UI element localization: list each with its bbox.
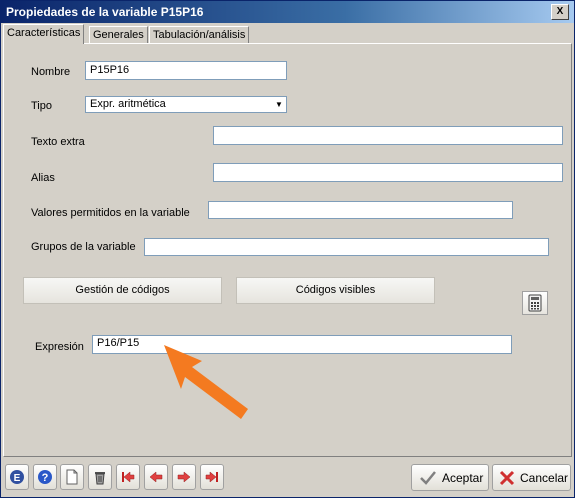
- valores-label: Valores permitidos en la variable: [31, 207, 190, 219]
- chevron-down-icon[interactable]: ▼: [273, 98, 285, 111]
- title-bar[interactable]: Propiedades de la variable P15P16 X: [1, 1, 574, 23]
- left-arrow-icon: [149, 471, 163, 483]
- last-arrow-icon: [205, 471, 218, 483]
- cancelar-button[interactable]: Cancelar: [492, 464, 571, 491]
- next-button[interactable]: [172, 464, 196, 490]
- texto-extra-field[interactable]: [213, 126, 563, 145]
- blank-page-icon: [66, 469, 78, 485]
- expresion-field[interactable]: P16/P15: [92, 335, 512, 354]
- svg-text:?: ?: [42, 472, 49, 484]
- texto-extra-label: Texto extra: [31, 136, 85, 148]
- tab-tabulacion[interactable]: Tabulación/análisis: [149, 26, 250, 44]
- close-button[interactable]: X: [551, 4, 569, 20]
- e-circle-icon: E: [10, 470, 24, 484]
- gestion-codigos-button[interactable]: Gestión de códigos: [23, 277, 222, 304]
- help-icon: ?: [38, 470, 52, 484]
- arrow-shape: [164, 345, 248, 419]
- valores-field[interactable]: [208, 201, 513, 219]
- trash-icon: [95, 472, 105, 485]
- expression-mode-button[interactable]: E: [5, 464, 29, 490]
- aceptar-button[interactable]: Aceptar: [411, 464, 489, 491]
- checkmark-icon: [420, 471, 436, 485]
- nombre-label: Nombre: [31, 66, 71, 78]
- calculator-button[interactable]: [522, 291, 548, 315]
- properties-window: Propiedades de la variable P15P16 X Cara…: [0, 0, 575, 498]
- right-arrow-icon: [177, 471, 191, 483]
- last-button[interactable]: [200, 464, 224, 490]
- expresion-label: Expresión: [35, 341, 84, 353]
- tab-generales[interactable]: Generales: [89, 26, 148, 44]
- previous-button[interactable]: [144, 464, 168, 490]
- help-button[interactable]: ?: [33, 464, 57, 490]
- cancel-x-icon: [499, 470, 515, 486]
- cancelar-label: Cancelar: [520, 471, 569, 485]
- alias-field[interactable]: [213, 163, 563, 182]
- first-button[interactable]: [116, 464, 140, 490]
- svg-text:E: E: [14, 473, 21, 484]
- annotation-arrow: [164, 345, 248, 419]
- delete-button[interactable]: [88, 464, 112, 490]
- tipo-select-value: Expr. aritmética: [90, 98, 166, 110]
- tipo-select[interactable]: Expr. aritmética ▼: [85, 96, 287, 113]
- grupos-field[interactable]: [144, 238, 549, 256]
- tipo-label: Tipo: [31, 100, 52, 112]
- nombre-field[interactable]: P15P16: [85, 61, 287, 80]
- grupos-label: Grupos de la variable: [31, 241, 136, 253]
- bottom-toolbar: E ? Aceptar Cancelar: [1, 457, 574, 497]
- new-button[interactable]: [60, 464, 84, 490]
- codigos-visibles-button[interactable]: Códigos visibles: [236, 277, 435, 304]
- window-title: Propiedades de la variable P15P16: [6, 5, 204, 19]
- calculator-icon: [528, 294, 542, 312]
- first-arrow-icon: [122, 471, 135, 483]
- tab-caracteristicas[interactable]: Características: [3, 24, 85, 44]
- alias-label: Alias: [31, 172, 55, 184]
- aceptar-label: Aceptar: [442, 471, 484, 485]
